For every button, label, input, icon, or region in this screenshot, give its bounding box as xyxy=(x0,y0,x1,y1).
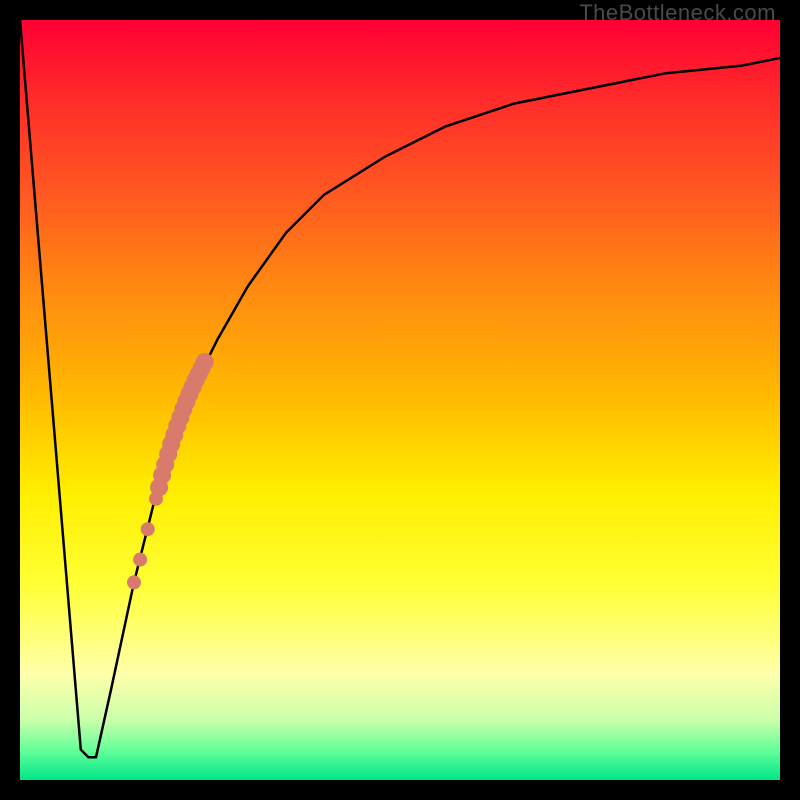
plot-area xyxy=(20,20,780,780)
data-point xyxy=(127,575,141,589)
watermark-text: TheBottleneck.com xyxy=(579,0,776,26)
data-point xyxy=(141,522,155,536)
chart-svg xyxy=(20,20,780,780)
highlighted-range-points xyxy=(127,353,214,589)
bottleneck-curve xyxy=(20,20,780,757)
data-point xyxy=(133,553,147,567)
chart-frame: TheBottleneck.com xyxy=(0,0,800,800)
data-point xyxy=(196,353,214,371)
